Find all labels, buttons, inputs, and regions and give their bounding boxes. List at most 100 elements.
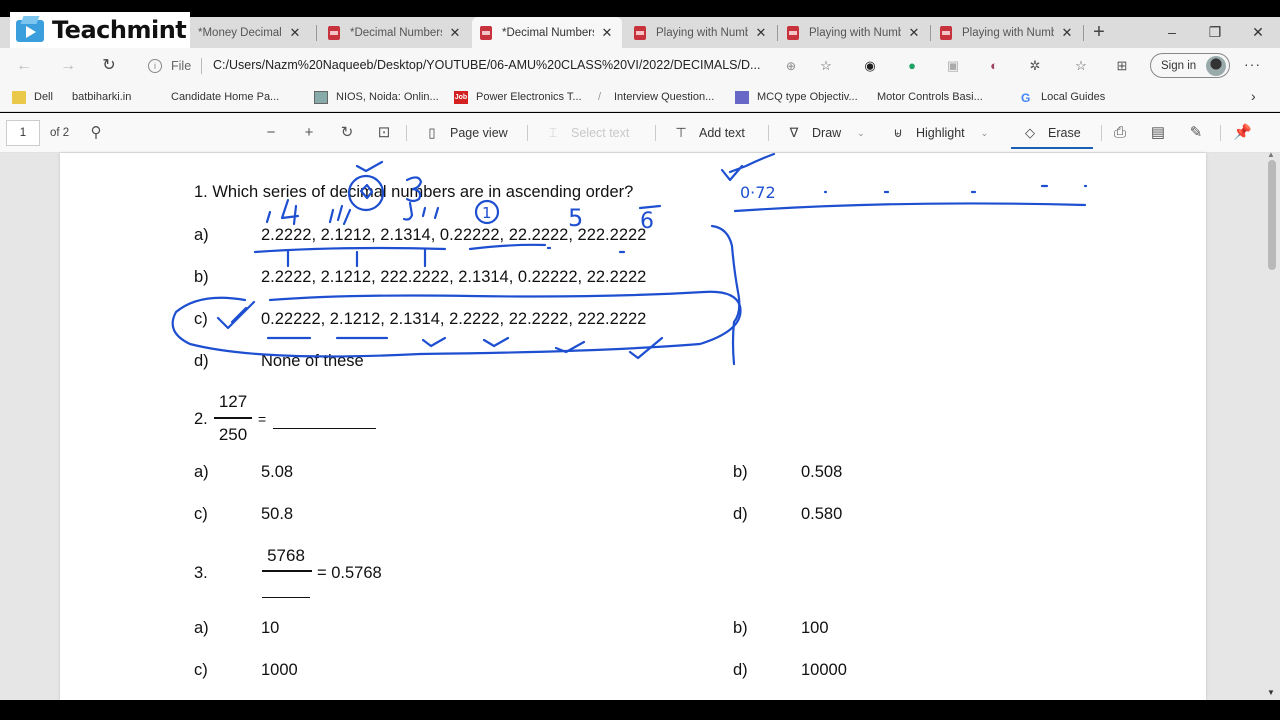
more-menu-icon[interactable]: ··· (1244, 56, 1261, 72)
search-icon[interactable]: ⚲ (87, 124, 105, 142)
bookmark-mcq[interactable]: MCQ type Objectiv... (735, 89, 858, 105)
forward-arrow-icon[interactable]: → (58, 56, 78, 76)
close-icon[interactable]: ✕ (907, 25, 921, 41)
option-text: 1000 (261, 661, 298, 679)
chevron-down-icon[interactable]: ⌄ (857, 128, 865, 139)
info-icon[interactable]: i (148, 59, 162, 73)
tab-decimal-numbers-1[interactable]: *Decimal Numbers ✕ (320, 17, 470, 48)
fraction-bar (262, 570, 312, 572)
save-as-icon[interactable]: ✎ (1187, 124, 1205, 142)
print-icon[interactable]: ⎙ (1111, 124, 1129, 142)
option-text: 10000 (801, 661, 847, 679)
bookmark-local-guides[interactable]: G Local Guides (1021, 89, 1105, 105)
close-window-button[interactable]: ✕ (1238, 18, 1278, 46)
option-text: 50.8 (261, 505, 294, 523)
tab-separator (930, 25, 931, 41)
bookmark-nios[interactable]: NIOS, Noida: Onlin... (314, 89, 439, 105)
option-text: 0.508 (801, 463, 843, 481)
bookmark-label: Local Guides (1041, 91, 1106, 103)
bookmark-label: MCQ type Objectiv... (757, 91, 858, 103)
close-icon[interactable]: ✕ (754, 25, 768, 41)
add-text-button[interactable]: ⊤ Add text (673, 124, 745, 142)
highlight-label: Highlight (916, 126, 965, 140)
toolbar-separator (406, 125, 407, 141)
tab-label: *Decimal Numbers (350, 26, 442, 39)
google-icon: G (1021, 90, 1031, 105)
tab-decimal-numbers-active[interactable]: *Decimal Numbers ✕ (472, 17, 622, 48)
job-icon: Job (454, 90, 468, 104)
fraction-denominator: 250 (218, 425, 248, 444)
bookmark-candidate-home[interactable]: Candidate Home Pa... (171, 89, 279, 255)
add-text-icon: ⊤ (675, 125, 687, 140)
refresh-icon[interactable]: ↻ (99, 56, 119, 76)
bookmark-motor-controls[interactable]: Motor Controls Basi... (877, 89, 983, 255)
tab-playing-with-numbers-1[interactable]: Playing with Numbers ✕ (626, 17, 776, 48)
rotate-icon[interactable]: ↻ (338, 124, 356, 142)
bookmark-interview-question[interactable]: / Interview Question... (598, 89, 714, 105)
scrollbar-thumb[interactable] (1268, 160, 1276, 270)
favorites-icon[interactable]: ☆ (1072, 57, 1090, 75)
close-icon[interactable]: ✕ (600, 25, 614, 41)
collections-icon[interactable]: ⊞ (1113, 57, 1131, 75)
option-text: 5.08 (261, 463, 294, 481)
active-tool-indicator (1011, 147, 1093, 149)
profile-extension-icon[interactable]: ◐ (985, 57, 1003, 75)
draw-button[interactable]: ∇ Draw ⌄ (786, 124, 865, 142)
address-separator (201, 58, 202, 74)
minimize-button[interactable]: – (1152, 18, 1192, 46)
sign-in-button[interactable]: Sign in (1150, 53, 1230, 78)
avatar (1206, 56, 1226, 76)
highlight-button[interactable]: ⊌ Highlight ⌄ (890, 124, 988, 142)
eraser-icon: ◇ (1025, 125, 1035, 140)
tab-label: Playing with Numbers (962, 26, 1054, 39)
denominator-blank (262, 597, 310, 598)
close-icon[interactable]: ✕ (1060, 25, 1074, 41)
extension-icon[interactable]: ▣ (944, 57, 962, 75)
bookmark-label: batbiharki.in (72, 91, 132, 103)
chevron-down-icon[interactable]: ⌄ (981, 128, 989, 139)
teachmint-logo-icon (16, 16, 44, 44)
fit-page-icon[interactable]: ⊡ (375, 124, 393, 142)
equals-sign: = (258, 411, 267, 427)
zoom-out-icon[interactable]: − (262, 124, 280, 142)
zoom-indicator-icon[interactable]: ⊕ (782, 57, 800, 75)
restore-button[interactable]: ❐ (1195, 18, 1235, 46)
page-total: of 2 (50, 127, 70, 139)
page-number-input[interactable]: 1 (6, 120, 40, 146)
pin-toolbar-icon[interactable]: 📌 (1233, 124, 1252, 142)
bookmark-batbiharki[interactable]: batbiharki.in (72, 89, 142, 255)
bookmark-power-electronics[interactable]: Job Power Electronics T... (454, 89, 582, 105)
zoom-in-icon[interactable]: + (300, 124, 318, 142)
select-text-button[interactable]: ⌶ Select text (545, 124, 629, 142)
back-arrow-icon[interactable]: ← (14, 56, 34, 76)
pdf-icon (940, 25, 952, 40)
add-favorite-icon[interactable]: ☆ (817, 57, 835, 75)
bookmark-label: NIOS, Noida: Onlin... (336, 91, 439, 103)
bookmark-dell[interactable]: Dell (12, 89, 53, 105)
bookmark-label: Dell (34, 91, 53, 103)
bookmark-label: Motor Controls Basi... (877, 91, 983, 103)
tab-label: Playing with Numbers (656, 26, 748, 39)
url-input[interactable]: C:/Users/Nazm%20Naqueeb/Desktop/YOUTUBE/… (213, 58, 760, 72)
scroll-down-icon[interactable]: ▼ (1267, 688, 1275, 697)
more-bookmarks-chevron-icon[interactable]: › (1251, 88, 1256, 104)
tab-money-decimals[interactable]: *Money Decimals ✕ (190, 17, 310, 48)
mcq-icon (735, 90, 749, 104)
option-label: a) (194, 619, 209, 637)
erase-button[interactable]: ◇ Erase (1022, 124, 1081, 142)
save-icon[interactable]: ▤ (1149, 124, 1167, 142)
pdf-icon (787, 25, 799, 40)
page-view-button[interactable]: ▯ Page view (424, 124, 508, 142)
close-icon[interactable]: ✕ (448, 25, 462, 41)
new-tab-button[interactable]: + (1089, 18, 1109, 46)
tab-playing-with-numbers-3[interactable]: Playing with Numbers ✕ (932, 17, 1082, 48)
tab-playing-with-numbers-2[interactable]: Playing with Numbers ✕ (779, 17, 929, 48)
grammarly-extension-icon[interactable]: ● (903, 57, 921, 75)
extensions-puzzle-icon[interactable]: ✲ (1026, 57, 1044, 75)
scroll-up-icon[interactable]: ▲ (1267, 150, 1275, 159)
close-icon[interactable]: ✕ (288, 25, 302, 41)
option-label: d) (194, 352, 209, 370)
page-view-label: Page view (450, 126, 508, 140)
screen: *Money Decimals ✕ *Decimal Numbers ✕ *De… (0, 0, 1280, 720)
shield-extension-icon[interactable]: ◉ (861, 57, 879, 75)
